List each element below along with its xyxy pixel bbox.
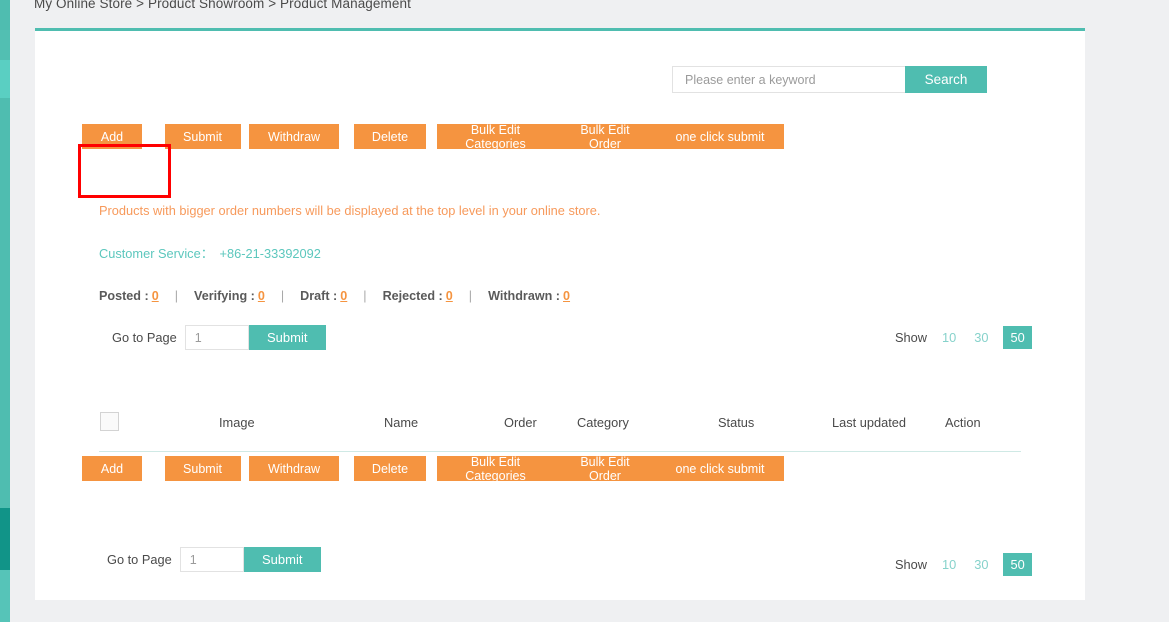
rail-segment-0 [0,0,10,30]
column-header-status: Status [718,415,755,430]
delete-button[interactable]: Delete [354,124,426,149]
column-header-order: Order [504,415,537,430]
show-label: Show [895,330,928,345]
rail-segment-2 [0,60,10,98]
status-label-withdrawn: Withdrawn : [488,289,561,303]
status-value-rejected[interactable]: 0 [446,289,453,303]
customer-service-phone: +86-21-33392092 [219,246,321,261]
go-to-page-label-bottom: Go to Page [107,552,172,567]
action-toolbar-bottom: Add Submit Withdraw Delete Bulk Edit Cat… [64,455,784,483]
action-toolbar-top: Add Submit Withdraw Delete Bulk Edit Cat… [64,123,784,151]
delete-button-bottom[interactable]: Delete [354,456,426,481]
page-root: My Online Store > Product Showroom > Pro… [0,0,1169,622]
count-separator: | [280,289,285,303]
count-separator: | [468,289,473,303]
product-table-header: Image Name Order Category Status Last up… [99,405,1021,452]
page-number-input[interactable] [184,325,249,350]
rail-segment-3 [0,98,10,508]
status-label-rejected: Rejected : [382,289,443,303]
status-counts: Posted :0 | Verifying :0 | Draft :0 | Re… [99,289,570,303]
search-input[interactable] [672,66,905,93]
search-bar: Search [672,66,987,93]
order-notice-text: Products with bigger order numbers will … [99,203,601,218]
one-click-submit-button[interactable]: one click submit [656,124,784,149]
bulk-edit-order-button[interactable]: Bulk Edit Order [554,123,656,151]
show-label-bottom: Show [895,557,928,572]
status-value-posted[interactable]: 0 [152,289,159,303]
pagination-top: Go to Page Submit [112,325,326,350]
status-label-posted: Posted : [99,289,149,303]
pagination-bottom: Go to Page Submit [107,547,321,572]
go-to-page-label: Go to Page [112,330,177,345]
column-header-image: Image [219,415,255,430]
page-size-option-10-bottom[interactable]: 10 [939,555,959,574]
status-value-withdrawn[interactable]: 0 [563,289,570,303]
bulk-edit-categories-button[interactable]: Bulk Edit Categories [437,123,554,151]
breadcrumb: My Online Store > Product Showroom > Pro… [34,0,411,11]
page-size-selector-top: Show 10 30 50 [895,326,1032,349]
column-header-category: Category [577,415,629,430]
page-size-option-30-bottom[interactable]: 30 [971,555,991,574]
add-button-bottom[interactable]: Add [82,456,142,481]
page-size-option-50[interactable]: 50 [1003,326,1032,349]
column-header-name: Name [384,415,419,430]
status-count-draft: Draft :0 [300,289,347,303]
bulk-edit-order-button-bottom[interactable]: Bulk Edit Order [554,455,656,483]
page-size-selector-bottom: Show 10 30 50 [895,553,1032,576]
page-size-option-10[interactable]: 10 [939,328,959,347]
bulk-edit-categories-button-bottom[interactable]: Bulk Edit Categories [437,455,554,483]
page-size-option-30[interactable]: 30 [971,328,991,347]
withdraw-button-bottom[interactable]: Withdraw [249,456,339,481]
count-separator: | [363,289,367,303]
add-button[interactable]: Add [82,124,142,149]
page-number-input-bottom[interactable] [179,547,244,572]
content-panel [35,28,1085,600]
rail-segment-5 [0,570,10,622]
submit-button[interactable]: Submit [164,124,241,149]
status-count-withdrawn: Withdrawn :0 [488,289,570,303]
submit-button-bottom[interactable]: Submit [164,456,241,481]
rail-segment-1 [0,30,10,60]
status-value-draft[interactable]: 0 [340,289,347,303]
page-submit-button-bottom[interactable]: Submit [243,547,321,572]
status-count-verifying: Verifying :0 [194,289,265,303]
status-count-posted: Posted :0 [99,289,159,303]
withdraw-button[interactable]: Withdraw [249,124,339,149]
one-click-submit-button-bottom[interactable]: one click submit [656,456,784,481]
rail-segment-4 [0,508,10,570]
count-separator: | [174,289,178,303]
status-label-draft: Draft : [300,289,338,303]
customer-service-line: Customer Service： +86-21-33392092 [99,243,321,262]
status-count-rejected: Rejected :0 [383,289,453,303]
column-header-last-updated: Last updated [832,415,907,430]
page-submit-button[interactable]: Submit [248,325,326,350]
status-label-verifying: Verifying : [193,289,255,303]
status-value-verifying[interactable]: 0 [258,289,265,303]
select-all-checkbox[interactable] [100,412,119,431]
search-button[interactable]: Search [905,66,987,93]
page-size-option-50-bottom[interactable]: 50 [1003,553,1032,576]
left-rail [0,0,10,622]
customer-service-label: Customer Service： [99,246,214,261]
column-header-action: Action [945,415,981,430]
